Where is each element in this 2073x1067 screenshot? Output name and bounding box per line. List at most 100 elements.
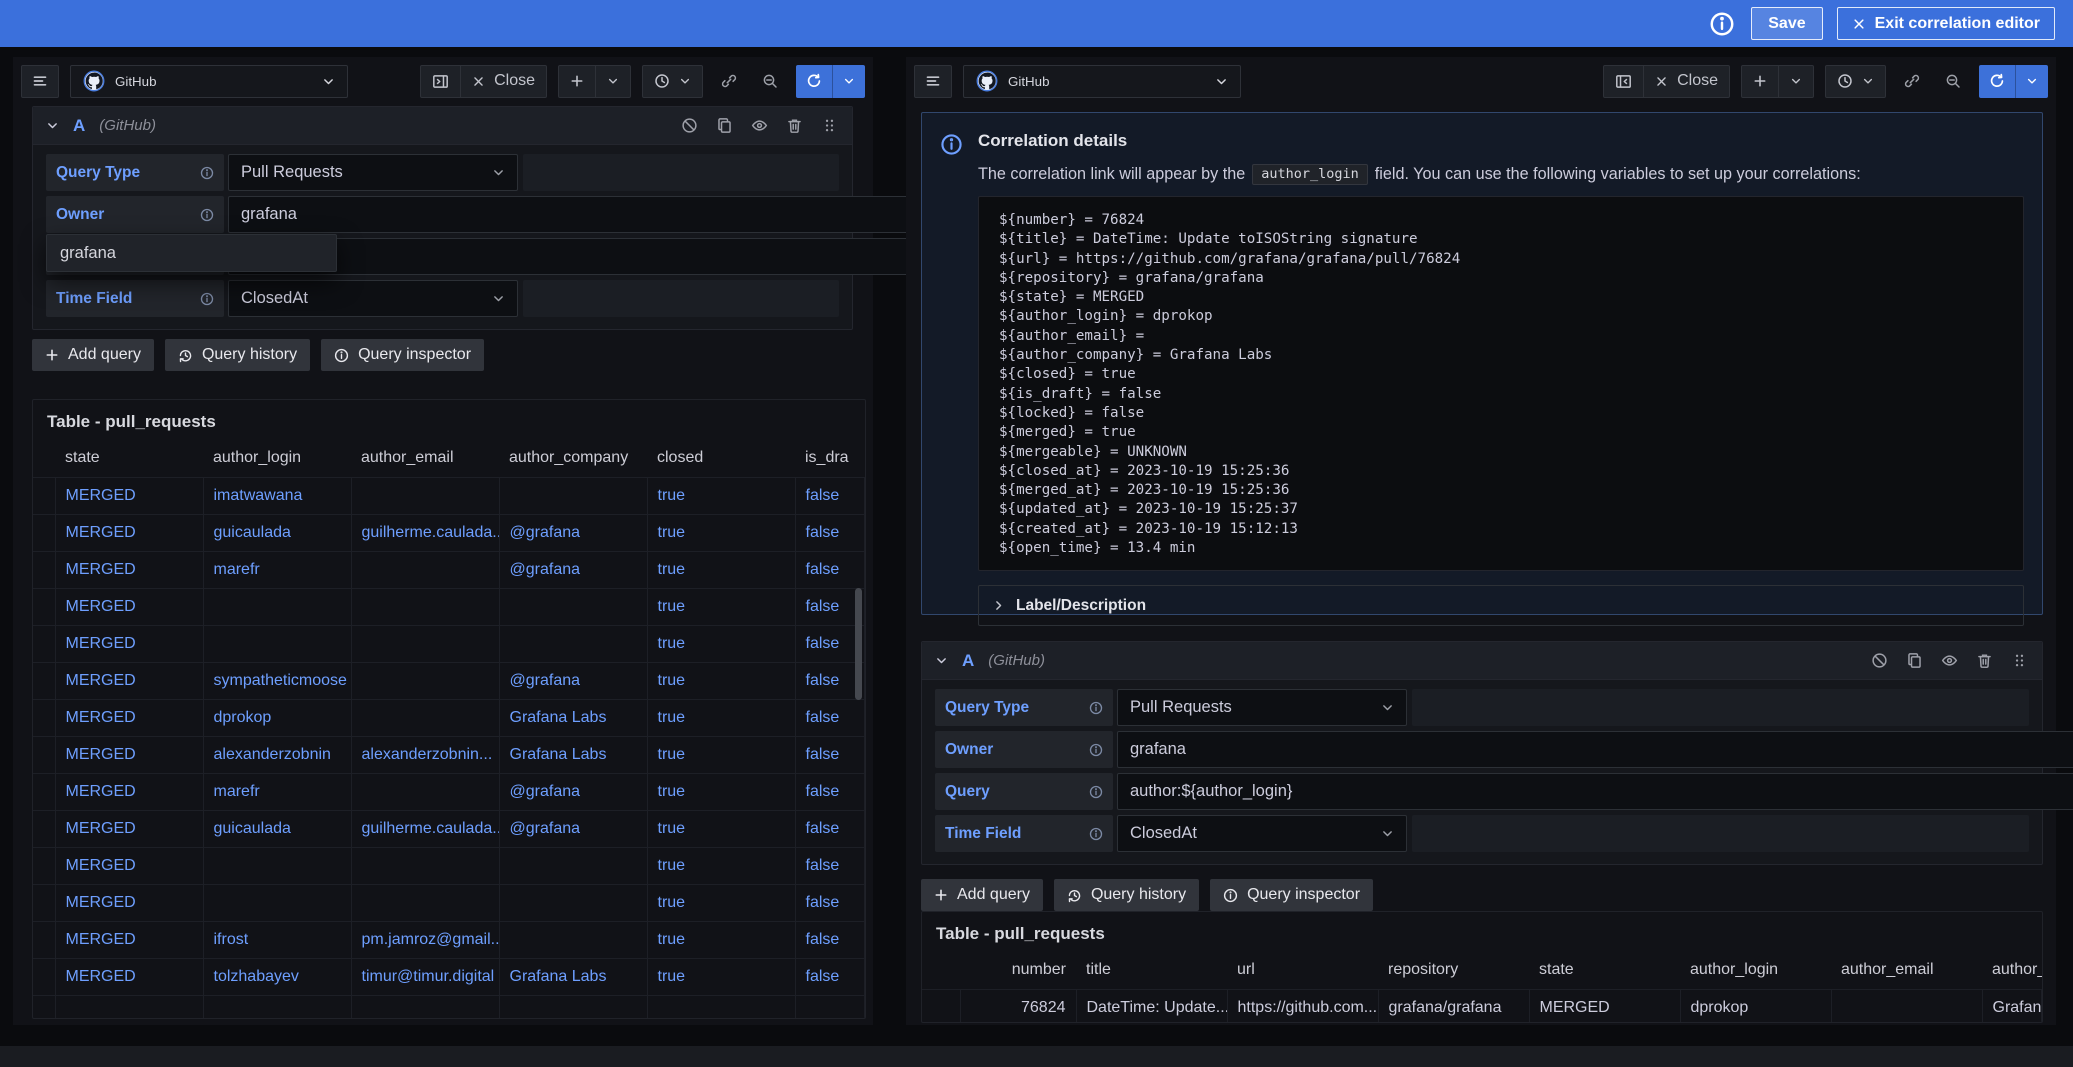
query-type-select[interactable]: Pull Requests bbox=[228, 154, 518, 191]
table-cell[interactable]: guicaulada bbox=[203, 515, 351, 552]
disable-query-button[interactable] bbox=[1871, 652, 1889, 670]
table-cell[interactable]: MERGED bbox=[55, 922, 203, 959]
table-cell[interactable]: guicaulada bbox=[203, 811, 351, 848]
time-range-button[interactable] bbox=[643, 66, 702, 97]
table-cell[interactable]: @grafana bbox=[499, 515, 647, 552]
table-cell[interactable]: false bbox=[795, 737, 865, 774]
column-header-closed[interactable]: closed bbox=[647, 443, 795, 478]
column-header-repository[interactable]: repository bbox=[1378, 955, 1529, 990]
drag-handle[interactable] bbox=[821, 117, 839, 135]
add-dropdown-button[interactable] bbox=[595, 66, 630, 97]
table-cell[interactable]: Grafana Labs bbox=[499, 737, 647, 774]
table-cell[interactable]: MERGED bbox=[55, 885, 203, 922]
table-cell[interactable]: false bbox=[795, 811, 865, 848]
zoom-out-button[interactable] bbox=[1938, 65, 1968, 98]
table-scrollbar[interactable] bbox=[855, 588, 862, 700]
table-cell[interactable]: true bbox=[647, 589, 795, 626]
table-cell[interactable]: @grafana bbox=[499, 552, 647, 589]
table-cell[interactable]: Grafana Labs bbox=[499, 959, 647, 996]
table-panel-title[interactable]: Table - pull_requests bbox=[922, 912, 2042, 955]
add-query-button[interactable]: Add query bbox=[32, 339, 154, 371]
label-description-collapse[interactable]: Label/Description bbox=[978, 585, 2024, 626]
info-icon[interactable] bbox=[200, 166, 214, 180]
table-cell[interactable]: marefr bbox=[203, 774, 351, 811]
table-cell[interactable]: MERGED bbox=[55, 959, 203, 996]
info-icon[interactable] bbox=[1089, 743, 1103, 757]
hide-response-button[interactable] bbox=[751, 117, 769, 135]
table-cell[interactable]: sympatheticmoose bbox=[203, 663, 351, 700]
add-button[interactable] bbox=[1742, 66, 1778, 97]
info-icon[interactable] bbox=[1709, 10, 1737, 38]
table-cell[interactable]: Grafana Labs bbox=[499, 700, 647, 737]
hide-response-button[interactable] bbox=[1941, 652, 1959, 670]
refresh-button[interactable] bbox=[1979, 65, 2015, 98]
table-cell[interactable]: MERGED bbox=[55, 848, 203, 885]
table-cell[interactable]: ifrost bbox=[203, 922, 351, 959]
add-dropdown-button[interactable] bbox=[1778, 66, 1813, 97]
table-cell[interactable]: true bbox=[647, 478, 795, 515]
table-cell[interactable]: MERGED bbox=[55, 700, 203, 737]
table-cell[interactable]: @grafana bbox=[499, 663, 647, 700]
table-cell[interactable]: @grafana bbox=[499, 774, 647, 811]
time-field-select[interactable]: ClosedAt bbox=[1117, 815, 1407, 852]
column-header-author_email[interactable]: author_email bbox=[1831, 955, 1982, 990]
table-cell[interactable]: false bbox=[795, 885, 865, 922]
table-cell[interactable]: MERGED bbox=[55, 552, 203, 589]
info-icon[interactable] bbox=[200, 208, 214, 222]
close-pane-button[interactable]: Close bbox=[460, 66, 546, 97]
table-cell[interactable]: @grafana bbox=[499, 811, 647, 848]
duplicate-query-button[interactable] bbox=[1906, 652, 1924, 670]
table-cell[interactable]: MERGED bbox=[55, 663, 203, 700]
column-header-author_login[interactable]: author_login bbox=[1680, 955, 1831, 990]
queries-drawer-button[interactable] bbox=[914, 65, 952, 98]
table-panel-title[interactable]: Table - pull_requests bbox=[33, 400, 865, 443]
exit-correlation-editor-button[interactable]: Exit correlation editor bbox=[1837, 7, 2055, 40]
table-cell[interactable]: MERGED bbox=[55, 811, 203, 848]
table-cell[interactable]: MERGED bbox=[55, 774, 203, 811]
table-cell[interactable]: guilherme.caulada... bbox=[351, 811, 499, 848]
table-cell[interactable]: marefr bbox=[203, 552, 351, 589]
table-cell[interactable]: dprokop bbox=[203, 700, 351, 737]
table-cell[interactable]: false bbox=[795, 552, 865, 589]
table-cell[interactable]: MERGED bbox=[55, 626, 203, 663]
info-icon[interactable] bbox=[1089, 785, 1103, 799]
drag-handle[interactable] bbox=[2011, 652, 2029, 670]
table-cell[interactable]: false bbox=[795, 515, 865, 552]
owner-typeahead-suggestion[interactable]: grafana bbox=[46, 234, 337, 272]
table-cell[interactable]: alexanderzobnin bbox=[203, 737, 351, 774]
time-field-select[interactable]: ClosedAt bbox=[228, 280, 518, 317]
copy-link-button[interactable] bbox=[1897, 65, 1927, 98]
table-cell[interactable]: true bbox=[647, 626, 795, 663]
duplicate-query-button[interactable] bbox=[716, 117, 734, 135]
datasource-picker[interactable]: GitHub bbox=[963, 65, 1241, 98]
table-cell[interactable]: timur@timur.digital bbox=[351, 959, 499, 996]
table-cell[interactable]: true bbox=[647, 811, 795, 848]
table-cell[interactable]: guilherme.caulada... bbox=[351, 515, 499, 552]
query-input[interactable] bbox=[1117, 773, 2073, 810]
info-icon[interactable] bbox=[1089, 827, 1103, 841]
table-cell[interactable]: true bbox=[647, 959, 795, 996]
query-history-button[interactable]: Query history bbox=[1054, 879, 1199, 911]
horizontal-scrollbar[interactable] bbox=[0, 1046, 2073, 1067]
table-cell[interactable]: true bbox=[647, 700, 795, 737]
column-header-number[interactable]: number bbox=[960, 955, 1076, 990]
table-cell[interactable]: pm.jamroz@gmail... bbox=[351, 922, 499, 959]
table-cell[interactable]: alexanderzobnin... bbox=[351, 737, 499, 774]
owner-input[interactable] bbox=[228, 196, 1021, 233]
table-cell[interactable]: true bbox=[647, 848, 795, 885]
column-header-state[interactable]: state bbox=[1529, 955, 1680, 990]
move-pane-left-button[interactable] bbox=[1604, 66, 1643, 97]
table-cell[interactable]: MERGED bbox=[55, 737, 203, 774]
query-row-header[interactable]: A (GitHub) bbox=[922, 642, 2042, 680]
table-cell[interactable]: false bbox=[795, 848, 865, 885]
close-pane-button[interactable]: Close bbox=[1643, 66, 1729, 97]
remove-query-button[interactable] bbox=[786, 117, 804, 135]
table-cell[interactable]: MERGED bbox=[55, 515, 203, 552]
query-history-button[interactable]: Query history bbox=[165, 339, 310, 371]
table-cell[interactable]: false bbox=[795, 478, 865, 515]
queries-drawer-button[interactable] bbox=[21, 65, 59, 98]
info-icon[interactable] bbox=[1089, 701, 1103, 715]
refresh-interval-button[interactable] bbox=[832, 65, 865, 98]
move-pane-right-button[interactable] bbox=[421, 66, 460, 97]
table-cell[interactable]: true bbox=[647, 663, 795, 700]
